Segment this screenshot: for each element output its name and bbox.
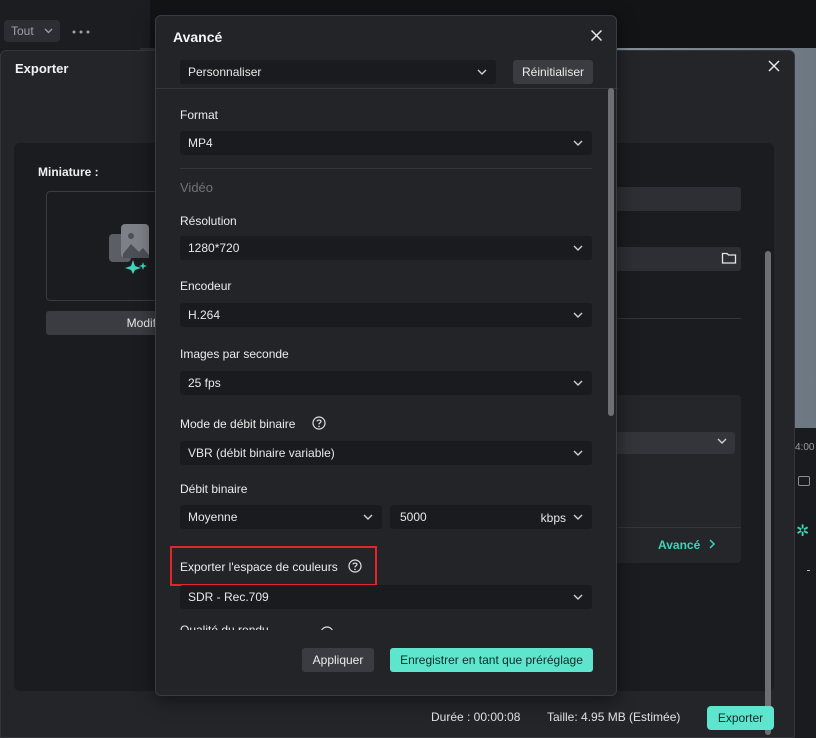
color-space-value: SDR - Rec.709 bbox=[188, 590, 269, 604]
bitrate-value-input[interactable]: 5000 kbps bbox=[390, 505, 592, 529]
divider bbox=[614, 527, 741, 528]
fps-select[interactable]: 25 fps bbox=[180, 371, 592, 395]
timeline-time: 4:00 bbox=[795, 442, 815, 453]
chevron-down-icon bbox=[573, 514, 583, 520]
format-select[interactable]: MP4 bbox=[180, 131, 592, 155]
bitrate-mode-select[interactable]: VBR (débit binaire variable) bbox=[180, 441, 592, 465]
bitrate-label: Débit binaire bbox=[180, 482, 248, 496]
timeline-marker bbox=[807, 570, 810, 571]
format-value: MP4 bbox=[188, 136, 213, 150]
thumbnail-preview[interactable] bbox=[46, 191, 158, 301]
preset-select[interactable]: Personnaliser bbox=[180, 60, 496, 84]
scrollbar[interactable] bbox=[765, 251, 771, 735]
media-toolbar: Tout bbox=[0, 0, 150, 48]
advanced-settings-link[interactable]: Avancé bbox=[658, 538, 716, 552]
thumbnail-label: Miniature : bbox=[38, 165, 99, 179]
encoder-value: H.264 bbox=[188, 308, 221, 322]
resolution-label: Résolution bbox=[180, 214, 237, 228]
scrollbar[interactable] bbox=[608, 88, 614, 416]
resolution-select[interactable]: 1280*720 bbox=[180, 236, 592, 260]
close-icon[interactable] bbox=[590, 29, 603, 42]
divider bbox=[156, 88, 618, 89]
caption-icon[interactable] bbox=[798, 476, 810, 486]
chevron-right-icon bbox=[709, 539, 715, 549]
fps-value: 25 fps bbox=[188, 376, 221, 390]
export-button[interactable]: Exporter bbox=[707, 706, 774, 730]
bitrate-mode-value: VBR (débit binaire variable) bbox=[188, 446, 335, 460]
image-placeholder-icon bbox=[109, 224, 149, 274]
close-icon[interactable] bbox=[767, 59, 781, 73]
reset-button[interactable]: Réinitialiser bbox=[513, 60, 593, 84]
help-icon[interactable] bbox=[312, 416, 326, 430]
modify-thumbnail-button[interactable]: Modif bbox=[46, 311, 158, 335]
divider bbox=[180, 168, 592, 169]
chevron-down-icon bbox=[363, 514, 373, 520]
size-label: Taille: 4.95 MB (Estimée) bbox=[547, 710, 681, 724]
help-icon[interactable] bbox=[320, 626, 334, 630]
timeline-strip: 4:00 ✲ bbox=[795, 428, 816, 738]
video-section-heading: Vidéo bbox=[180, 180, 214, 195]
save-preset-button[interactable]: Enregistrer en tant que préréglage bbox=[390, 648, 593, 672]
ai-sparkle-icon[interactable]: ✲ bbox=[796, 521, 809, 541]
chevron-down-icon bbox=[717, 438, 727, 444]
chevron-down-icon bbox=[573, 594, 583, 600]
resolution-value: 1280*720 bbox=[188, 241, 240, 255]
quality-select[interactable] bbox=[614, 432, 735, 454]
folder-icon[interactable] bbox=[721, 251, 737, 265]
advanced-link-label: Avancé bbox=[658, 538, 701, 552]
advanced-settings-modal: Avancé Personnaliser Réinitialiser Forma… bbox=[155, 15, 618, 696]
bitrate-value: 5000 bbox=[400, 510, 427, 524]
bitrate-quality-value: Moyenne bbox=[188, 510, 238, 524]
more-options-icon[interactable] bbox=[72, 24, 90, 38]
fps-label: Images par seconde bbox=[180, 347, 289, 361]
color-space-select[interactable]: SDR - Rec.709 bbox=[180, 585, 592, 609]
help-icon[interactable] bbox=[348, 559, 362, 573]
chevron-down-icon bbox=[573, 450, 583, 456]
modal-title: Avancé bbox=[173, 29, 223, 45]
cut-off-label: Qualité du rendu bbox=[180, 624, 340, 630]
preset-box: Avancé bbox=[614, 395, 741, 563]
export-dialog-title: Exporter bbox=[15, 61, 69, 76]
chevron-down-icon bbox=[573, 312, 583, 318]
format-label: Format bbox=[180, 108, 219, 122]
preset-value: Personnaliser bbox=[188, 65, 262, 79]
apply-button[interactable]: Appliquer bbox=[302, 648, 374, 672]
filter-dropdown[interactable]: Tout bbox=[4, 20, 60, 42]
chevron-down-icon bbox=[477, 69, 487, 75]
divider bbox=[614, 318, 741, 319]
chevron-down-icon bbox=[573, 140, 583, 146]
color-space-label: Exporter l'espace de couleurs bbox=[180, 560, 338, 574]
bitrate-quality-select[interactable]: Moyenne bbox=[180, 505, 382, 529]
encoder-select[interactable]: H.264 bbox=[180, 303, 592, 327]
encoder-label: Encodeur bbox=[180, 279, 232, 293]
bitrate-mode-label: Mode de débit binaire bbox=[180, 417, 296, 431]
chevron-down-icon bbox=[573, 380, 583, 386]
name-input[interactable] bbox=[614, 187, 741, 211]
chevron-down-icon bbox=[44, 28, 53, 34]
chevron-down-icon bbox=[573, 245, 583, 251]
filter-dropdown-label: Tout bbox=[11, 24, 34, 38]
duration-label: Durée : 00:00:08 bbox=[431, 710, 521, 724]
bitrate-unit: kbps bbox=[540, 511, 566, 525]
